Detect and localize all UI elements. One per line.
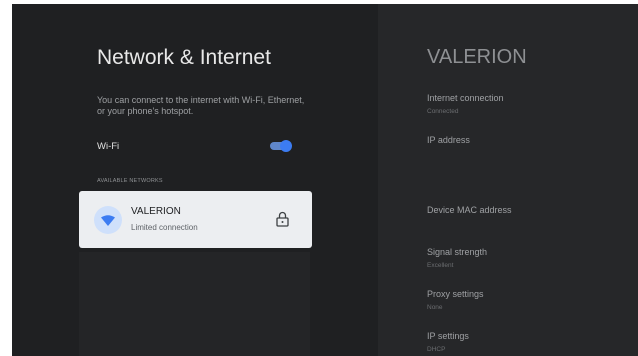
lock-icon <box>276 211 289 232</box>
network-details-title: VALERION <box>427 46 527 68</box>
detail-label: IP address <box>427 135 470 145</box>
network-details-panel: VALERION Internet connection Connected I… <box>378 4 638 356</box>
detail-value: DHCP <box>427 346 446 353</box>
tv-settings-screen: Network & Internet You can connect to th… <box>12 4 638 356</box>
wifi-toggle[interactable] <box>270 140 292 152</box>
toggle-knob <box>280 140 292 152</box>
detail-label: IP settings <box>427 331 469 341</box>
detail-ip-settings[interactable]: IP settings DHCP <box>427 331 469 353</box>
network-settings-panel: Network & Internet You can connect to th… <box>12 4 378 356</box>
detail-label: Internet connection <box>427 93 504 103</box>
detail-internet-connection: Internet connection Connected <box>427 93 504 115</box>
detail-value: None <box>427 304 443 311</box>
wifi-toggle-label: Wi-Fi <box>97 141 120 152</box>
network-status: Limited connection <box>131 223 198 232</box>
wifi-signal-icon <box>94 206 122 234</box>
page-title: Network & Internet <box>97 46 271 69</box>
detail-label: Signal strength <box>427 247 488 257</box>
network-item-valerion[interactable]: VALERION Limited connection <box>79 191 312 248</box>
detail-proxy-settings[interactable]: Proxy settings None <box>427 289 484 311</box>
detail-ip-address: IP address <box>427 135 470 150</box>
detail-value: Connected <box>427 108 459 115</box>
detail-label: Device MAC address <box>427 205 512 215</box>
available-networks-header: AVAILABLE NETWORKS <box>97 178 163 184</box>
page-description: You can connect to the internet with Wi-… <box>97 95 305 116</box>
detail-value: Excellent <box>427 262 454 269</box>
detail-label: Proxy settings <box>427 289 484 299</box>
network-list-area <box>79 252 310 356</box>
network-name: VALERION <box>131 206 181 217</box>
detail-signal-strength: Signal strength Excellent <box>427 247 487 269</box>
detail-device-mac-address: Device MAC address <box>427 205 512 220</box>
